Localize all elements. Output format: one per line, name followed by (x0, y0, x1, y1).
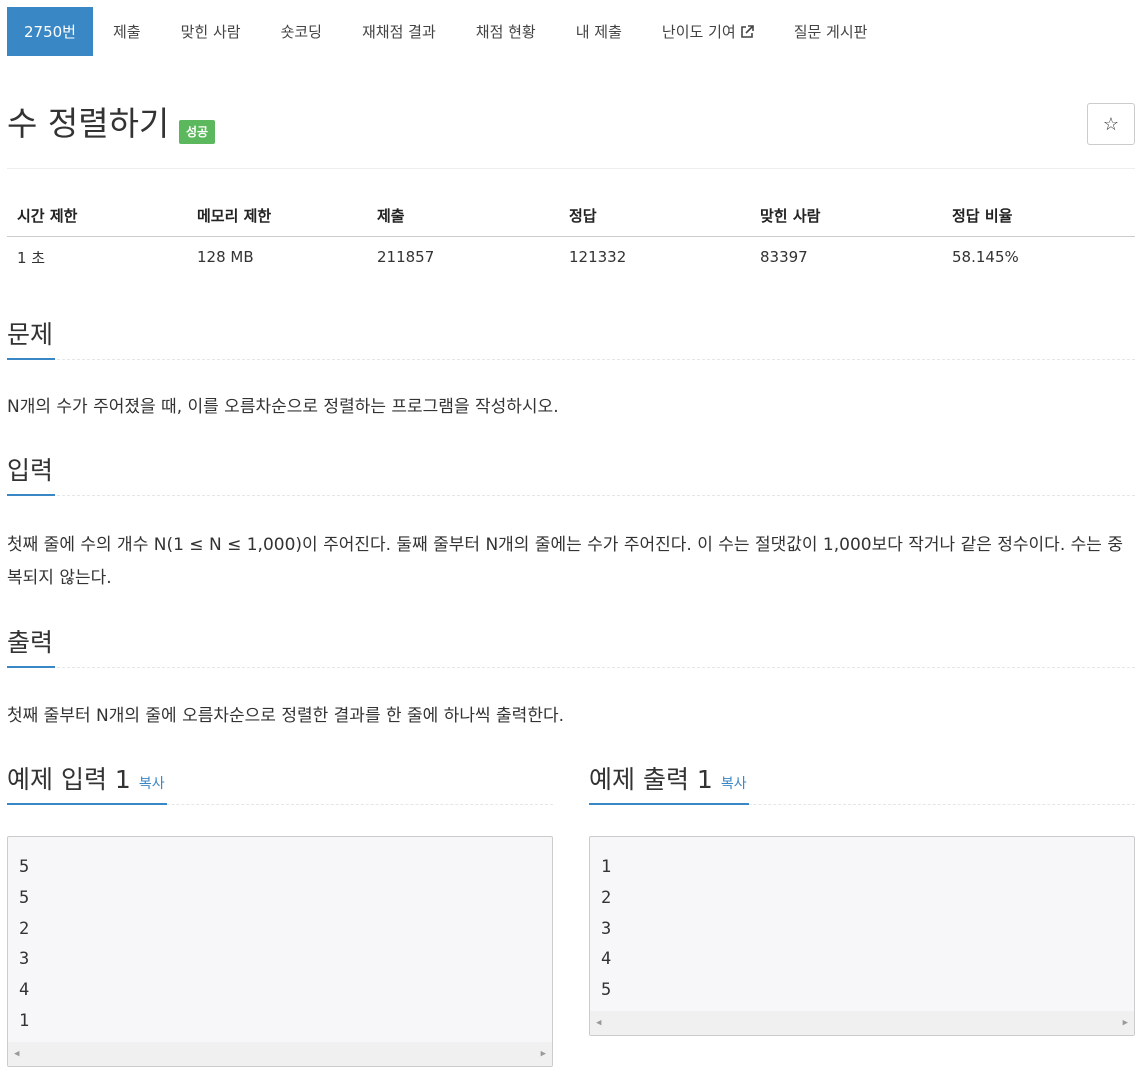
sample-output-box[interactable]: 1 2 3 4 5 ◀ ▶ (589, 836, 1135, 1036)
horizontal-scrollbar[interactable]: ◀ ▶ (590, 1011, 1134, 1035)
code-line: 5 (601, 980, 612, 1001)
code-line: 3 (19, 949, 30, 970)
tab-rejudge-results[interactable]: 재채점 결과 (342, 7, 456, 56)
external-link-icon (740, 24, 754, 39)
status-badge: 성공 (179, 120, 216, 144)
code-line: 1 (19, 1010, 30, 1031)
sample-output-content: 1 2 3 4 5 (590, 837, 1134, 1006)
tab-question-board[interactable]: 질문 게시판 (774, 7, 888, 56)
code-line: 4 (601, 949, 612, 970)
tab-difficulty-contribution[interactable]: 난이도 기여 (642, 7, 774, 56)
input-section-header: 입력 (7, 456, 1135, 496)
table-header: 정답 비율 (942, 195, 1135, 237)
input-heading: 입력 (7, 456, 56, 496)
problem-section-header: 문제 (7, 320, 1135, 360)
problem-title-row: 수 정렬하기 성공 ☆ (7, 103, 1135, 169)
table-header: 제출 (367, 195, 559, 237)
table-cell: 121332 (569, 248, 627, 267)
table-cell: 128 MB (197, 248, 254, 267)
code-line: 3 (601, 918, 612, 939)
table-cell: 58.145% (952, 248, 1019, 267)
scroll-right-icon[interactable]: ▶ (1123, 1018, 1128, 1028)
sample-input-content: 5 5 2 3 4 1 (8, 837, 552, 1037)
table-row: 1 초 128 MB 211857 121332 83397 58.145% (7, 236, 1135, 278)
code-line: 5 (19, 857, 30, 877)
output-section-header: 출력 (7, 628, 1135, 668)
table-header: 맞힌 사람 (750, 195, 942, 237)
problem-description: N개의 수가 주어졌을 때, 이를 오름차순으로 정렬하는 프로그램을 작성하시… (7, 397, 559, 417)
table-cell: 1 초 (17, 248, 46, 267)
table-header: 시간 제한 (7, 195, 187, 237)
page-title: 수 정렬하기 (7, 104, 170, 143)
tab-short-coding[interactable]: 숏코딩 (261, 7, 342, 56)
table-cell: 211857 (377, 248, 435, 267)
sample-output-heading: 예제 출력 1 복사 (589, 765, 749, 805)
sample-input-title: 예제 입력 1 (7, 765, 131, 794)
sample-input-header: 예제 입력 1 복사 (7, 765, 553, 805)
tab-my-submissions[interactable]: 내 제출 (556, 7, 642, 56)
output-heading: 출력 (7, 628, 56, 668)
scroll-left-icon[interactable]: ◀ (14, 1049, 19, 1059)
table-header: 메모리 제한 (187, 195, 367, 237)
tab-problem[interactable]: 2750번 (7, 7, 93, 56)
sample-output-title: 예제 출력 1 (589, 765, 713, 794)
tab-difficulty-label: 난이도 기여 (661, 23, 736, 41)
favorite-button[interactable]: ☆ (1087, 103, 1135, 145)
star-icon: ☆ (1102, 113, 1120, 134)
scroll-left-icon[interactable]: ◀ (596, 1018, 601, 1028)
sample-output-header: 예제 출력 1 복사 (589, 765, 1135, 805)
problem-info-table: 시간 제한 메모리 제한 제출 정답 맞힌 사람 정답 비율 1 초 128 M… (7, 195, 1135, 278)
copy-sample-input-button[interactable]: 복사 (139, 776, 165, 792)
problem-heading: 문제 (7, 320, 56, 360)
code-line: 2 (19, 918, 30, 939)
sample-input-heading: 예제 입력 1 복사 (7, 765, 167, 805)
code-line: 5 (19, 887, 30, 908)
table-header: 정답 (559, 195, 750, 237)
sample-input-box[interactable]: 5 5 2 3 4 1 ◀ ▶ (7, 836, 553, 1067)
output-description: 첫째 줄부터 N개의 줄에 오름차순으로 정렬한 결과를 한 줄에 하나씩 출력… (7, 706, 564, 726)
table-cell: 83397 (760, 248, 808, 267)
table-header-row: 시간 제한 메모리 제한 제출 정답 맞힌 사람 정답 비율 (7, 195, 1135, 237)
scroll-right-icon[interactable]: ▶ (541, 1049, 546, 1059)
code-line: 1 (601, 857, 612, 877)
tab-submit[interactable]: 제출 (93, 7, 161, 56)
problem-nav: 2750번 제출 맞힌 사람 숏코딩 재채점 결과 채점 현황 내 제출 난이도… (7, 7, 887, 56)
code-line: 4 (19, 980, 30, 1001)
input-description: 첫째 줄에 수의 개수 N(1 ≤ N ≤ 1,000)이 주어진다. 둘째 줄… (7, 535, 1123, 588)
horizontal-scrollbar[interactable]: ◀ ▶ (8, 1042, 552, 1066)
tab-solved-users[interactable]: 맞힌 사람 (161, 7, 261, 56)
tab-judge-status[interactable]: 채점 현황 (456, 7, 556, 56)
copy-sample-output-button[interactable]: 복사 (721, 776, 747, 792)
code-line: 2 (601, 887, 612, 908)
